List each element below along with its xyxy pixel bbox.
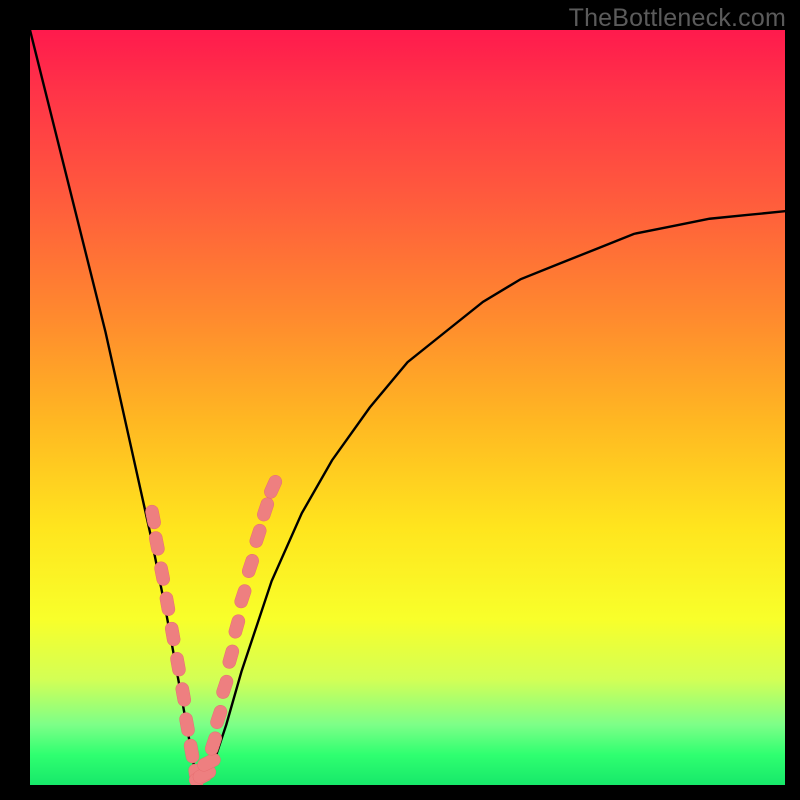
data-marker (262, 473, 284, 500)
data-marker (159, 591, 176, 617)
marker-group (144, 473, 284, 785)
data-marker (153, 561, 170, 587)
data-marker (178, 712, 195, 738)
data-marker (233, 583, 253, 610)
chart-frame: TheBottleneck.com (0, 0, 800, 800)
watermark-text: TheBottleneck.com (569, 4, 786, 33)
data-marker (256, 496, 276, 523)
data-marker (248, 522, 268, 549)
data-marker (215, 673, 235, 700)
plot-area (30, 30, 785, 785)
curve-path-group (30, 30, 785, 777)
data-marker (241, 553, 261, 580)
data-marker (204, 730, 224, 757)
bottleneck-curve (30, 30, 785, 777)
data-marker (183, 738, 200, 764)
data-marker (175, 681, 192, 707)
data-marker (164, 621, 181, 647)
data-marker (169, 651, 186, 677)
data-marker (227, 613, 246, 640)
data-marker (221, 643, 240, 670)
chart-svg (30, 30, 785, 785)
data-marker (144, 504, 161, 530)
data-marker (148, 530, 165, 556)
